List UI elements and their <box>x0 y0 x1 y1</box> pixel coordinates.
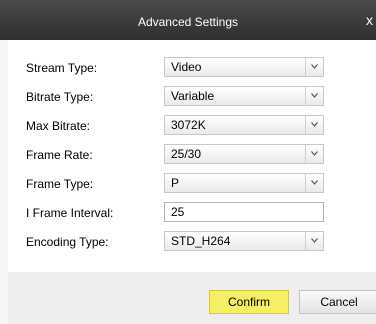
row-i-frame-interval: I Frame Interval: <box>8 201 376 225</box>
encoding-type-select[interactable]: STD_H264 <box>164 231 324 251</box>
i-frame-interval-input[interactable] <box>164 202 324 222</box>
row-encoding-type: Encoding Type: STD_H264 <box>8 230 376 254</box>
max-bitrate-select[interactable]: 3072K <box>164 115 324 135</box>
frame-type-value: P <box>171 176 180 190</box>
max-bitrate-label: Max Bitrate: <box>26 119 91 133</box>
row-stream-type: Stream Type: Video <box>8 56 376 80</box>
confirm-button[interactable]: Confirm <box>209 290 289 314</box>
bitrate-type-select[interactable]: Variable <box>164 86 324 106</box>
row-bitrate-type: Bitrate Type: Variable <box>8 85 376 109</box>
encoding-type-value: STD_H264 <box>171 234 231 248</box>
chevron-down-icon <box>305 174 323 192</box>
stream-type-label: Stream Type: <box>26 61 98 75</box>
frame-type-label: Frame Type: <box>26 177 94 191</box>
chevron-down-icon <box>305 116 323 134</box>
close-icon[interactable]: x <box>366 10 376 30</box>
dialog-title: Advanced Settings <box>137 15 239 29</box>
stream-type-select[interactable]: Video <box>164 57 324 77</box>
i-frame-interval-label: I Frame Interval: <box>26 206 114 220</box>
encoding-type-label: Encoding Type: <box>26 235 109 249</box>
row-max-bitrate: Max Bitrate: 3072K <box>8 114 376 138</box>
chevron-down-icon <box>305 232 323 250</box>
frame-rate-select[interactable]: 25/30 <box>164 144 324 164</box>
max-bitrate-value: 3072K <box>171 118 206 132</box>
settings-form: Stream Type: Video Bitrate Type: Variabl… <box>8 40 376 272</box>
frame-type-select[interactable]: P <box>164 173 324 193</box>
frame-rate-label: Frame Rate: <box>26 148 93 162</box>
dialog-footer: Confirm Cancel <box>8 272 376 324</box>
advanced-settings-dialog: Advanced Settings x Stream Type: Video B… <box>0 0 376 324</box>
title-bar: Advanced Settings x <box>0 0 376 40</box>
frame-rate-value: 25/30 <box>171 147 202 161</box>
stream-type-value: Video <box>171 60 202 74</box>
row-frame-type: Frame Type: P <box>8 172 376 196</box>
chevron-down-icon <box>305 145 323 163</box>
bitrate-type-value: Variable <box>171 89 215 103</box>
cancel-button[interactable]: Cancel <box>299 290 376 314</box>
row-frame-rate: Frame Rate: 25/30 <box>8 143 376 167</box>
chevron-down-icon <box>305 58 323 76</box>
chevron-down-icon <box>305 87 323 105</box>
bitrate-type-label: Bitrate Type: <box>26 90 94 104</box>
